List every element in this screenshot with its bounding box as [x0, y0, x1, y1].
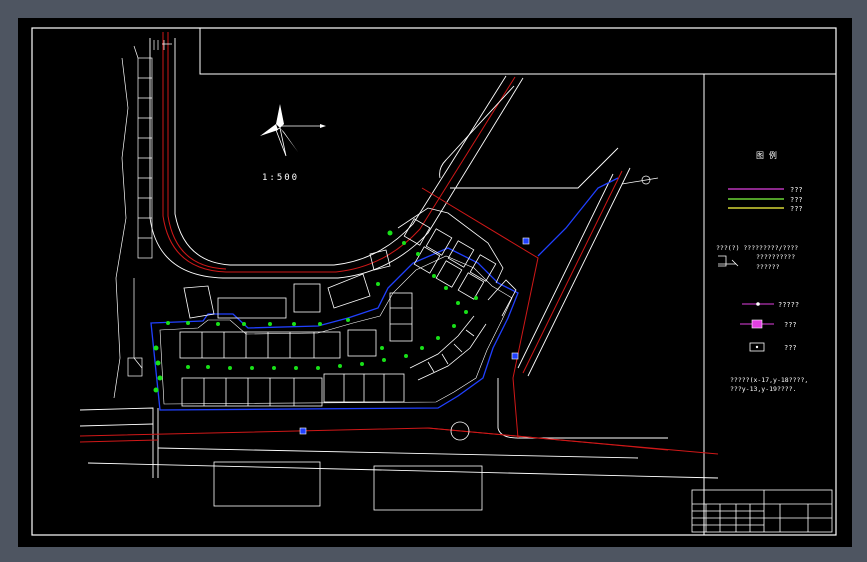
legend-symbol-label-2: ???: [784, 321, 797, 329]
map-north-marker: [621, 175, 659, 185]
legend-line-label-1: ???: [790, 186, 803, 194]
valve-icon: [756, 302, 760, 306]
legend-pipe-symbol-icon: [718, 255, 739, 267]
curved-road-centerline: [162, 32, 516, 273]
legend-coord-line-2: ???y-13,y-19????.: [730, 385, 797, 393]
map-hydrant-markers: [299, 237, 530, 435]
legend-coord-line-1: ?????(x-17,y-18????,: [730, 376, 808, 384]
cad-viewport[interactable]: 1:500 图 例 ??? ??? ??? ???(?) ?????????/?…: [18, 18, 852, 547]
site-plan-drawing: 1:500 图 例 ??? ??? ??? ???(?) ?????????/?…: [31, 27, 837, 536]
legend-line-label-3: ???: [790, 205, 803, 213]
legend-symbol-label-1: ?????: [778, 301, 799, 309]
legend-title: 图 例: [756, 150, 777, 160]
left-strip-buildings: [113, 45, 153, 399]
legend-symbol-label-3: ???: [784, 344, 797, 352]
legend-note-2: ??????????: [756, 253, 795, 261]
small-structures: [183, 249, 391, 319]
title-block: [691, 489, 833, 533]
legend-note-3: ??????: [756, 263, 780, 271]
diagonal-road-centerline: [421, 170, 669, 451]
north-arrow-icon: [260, 104, 326, 157]
ne-blocks: [397, 207, 517, 317]
top-boundary: [199, 28, 836, 75]
residential-rows: [179, 292, 413, 407]
hydrant-icon: [751, 319, 763, 329]
well-icon-dot: [755, 345, 759, 349]
bottom-road: [79, 407, 719, 479]
legend-line-label-2: ???: [790, 196, 803, 204]
vegetation: [153, 230, 478, 393]
bottom-road-centerline: [79, 427, 719, 455]
scale-label: 1:500: [262, 173, 299, 183]
legend-note-1: ???(?) ?????????/????: [716, 244, 798, 252]
